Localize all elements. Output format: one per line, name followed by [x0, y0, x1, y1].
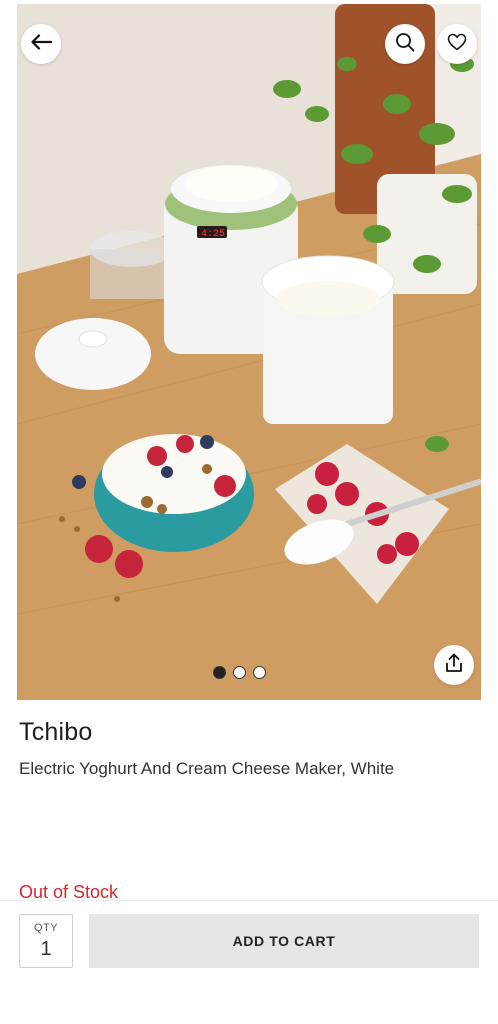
search-icon [395, 32, 415, 57]
search-button[interactable] [385, 24, 425, 64]
carousel-indicator [213, 666, 266, 679]
product-photo-illustration: 4:25 [17, 4, 481, 700]
svg-text:4:25: 4:25 [201, 229, 225, 240]
wishlist-button[interactable] [437, 24, 477, 64]
product-title: Electric Yoghurt And Cream Cheese Maker,… [19, 759, 395, 778]
arrow-left-icon [30, 33, 53, 55]
carousel-dot[interactable] [233, 666, 246, 679]
qty-value: 1 [40, 938, 52, 960]
share-icon [444, 653, 464, 678]
heart-icon [447, 33, 467, 56]
carousel-dot[interactable] [213, 666, 226, 679]
qty-label: QTY [33, 922, 59, 934]
quantity-selector[interactable]: QTY 1 [19, 914, 73, 968]
product-image[interactable]: 4:25 [17, 4, 481, 700]
add-to-cart-button[interactable]: ADD TO CART [89, 914, 479, 968]
back-button[interactable] [21, 24, 61, 64]
carousel-dot[interactable] [253, 666, 266, 679]
product-brand[interactable]: Tchibo [19, 718, 92, 747]
share-button[interactable] [434, 645, 474, 685]
